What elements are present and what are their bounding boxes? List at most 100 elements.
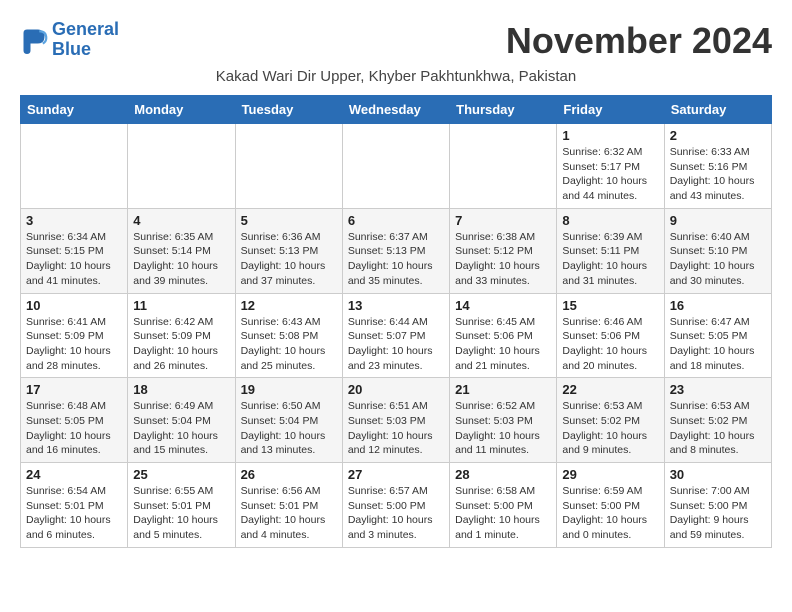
day-info: Sunrise: 6:52 AM Sunset: 5:03 PM Dayligh…: [455, 399, 551, 458]
day-info: Sunrise: 6:41 AM Sunset: 5:09 PM Dayligh…: [26, 315, 122, 374]
day-number: 18: [133, 382, 229, 397]
calendar-cell: 16Sunrise: 6:47 AM Sunset: 5:05 PM Dayli…: [664, 293, 771, 378]
day-number: 11: [133, 298, 229, 313]
calendar-cell: 19 Sunrise: 6:50 AM Sunset: 5:04 PM Dayli…: [235, 378, 342, 463]
calendar-cell: 17Sunrise: 6:48 AM Sunset: 5:05 PM Dayli…: [21, 378, 128, 463]
calendar-cell: 26 Sunrise: 6:56 AM Sunset: 5:01 PM Dayli…: [235, 463, 342, 548]
day-number: 9: [670, 213, 766, 228]
subtitle: Kakad Wari Dir Upper, Khyber Pakhtunkhwa…: [20, 68, 772, 85]
day-number: 12: [241, 298, 337, 313]
calendar-week-4: 17Sunrise: 6:48 AM Sunset: 5:05 PM Dayli…: [21, 378, 772, 463]
day-number: 24: [26, 467, 122, 482]
day-info: Sunrise: 6:38 AM Sunset: 5:12 PM Dayligh…: [455, 230, 551, 289]
day-info: Sunrise: 6:45 AM Sunset: 5:06 PM Dayligh…: [455, 315, 551, 374]
calendar-cell: 2Sunrise: 6:33 AM Sunset: 5:16 PM Daylig…: [664, 124, 771, 209]
day-number: 5: [241, 213, 337, 228]
calendar-cell: 25 Sunrise: 6:55 AM Sunset: 5:01 PM Dayli…: [128, 463, 235, 548]
calendar-cell: [128, 124, 235, 209]
calendar-cell: 4 Sunrise: 6:35 AM Sunset: 5:14 PM Daylig…: [128, 208, 235, 293]
calendar-cell: 21 Sunrise: 6:52 AM Sunset: 5:03 PM Dayli…: [450, 378, 557, 463]
calendar-body: 1 Sunrise: 6:32 AM Sunset: 5:17 PM Daylig…: [21, 124, 772, 548]
day-info: Sunrise: 6:44 AM Sunset: 5:07 PM Dayligh…: [348, 315, 444, 374]
day-number: 16: [670, 298, 766, 313]
logo-icon: [20, 26, 48, 54]
month-title: November 2024: [506, 20, 772, 62]
day-number: 29: [562, 467, 658, 482]
calendar-week-5: 24 Sunrise: 6:54 AM Sunset: 5:01 PM Dayli…: [21, 463, 772, 548]
calendar-cell: 15 Sunrise: 6:46 AM Sunset: 5:06 PM Dayli…: [557, 293, 664, 378]
day-number: 23: [670, 382, 766, 397]
day-number: 3: [26, 213, 122, 228]
calendar-cell: 7 Sunrise: 6:38 AM Sunset: 5:12 PM Daylig…: [450, 208, 557, 293]
calendar-cell: 8 Sunrise: 6:39 AM Sunset: 5:11 PM Daylig…: [557, 208, 664, 293]
day-number: 15: [562, 298, 658, 313]
calendar-cell: [235, 124, 342, 209]
logo-text: General Blue: [52, 20, 119, 60]
calendar-cell: 18 Sunrise: 6:49 AM Sunset: 5:04 PM Dayli…: [128, 378, 235, 463]
day-info: Sunrise: 6:34 AM Sunset: 5:15 PM Dayligh…: [26, 230, 122, 289]
day-number: 13: [348, 298, 444, 313]
day-number: 26: [241, 467, 337, 482]
day-info: Sunrise: 6:46 AM Sunset: 5:06 PM Dayligh…: [562, 315, 658, 374]
weekday-header-row: SundayMondayTuesdayWednesdayThursdayFrid…: [21, 96, 772, 124]
day-info: Sunrise: 6:58 AM Sunset: 5:00 PM Dayligh…: [455, 484, 551, 543]
calendar-cell: 3 Sunrise: 6:34 AM Sunset: 5:15 PM Daylig…: [21, 208, 128, 293]
logo: General Blue: [20, 20, 119, 60]
calendar-cell: 13 Sunrise: 6:44 AM Sunset: 5:07 PM Dayli…: [342, 293, 449, 378]
day-info: Sunrise: 6:37 AM Sunset: 5:13 PM Dayligh…: [348, 230, 444, 289]
day-number: 14: [455, 298, 551, 313]
calendar-cell: [21, 124, 128, 209]
calendar-week-3: 10 Sunrise: 6:41 AM Sunset: 5:09 PM Dayli…: [21, 293, 772, 378]
day-info: Sunrise: 6:42 AM Sunset: 5:09 PM Dayligh…: [133, 315, 229, 374]
calendar-cell: 6 Sunrise: 6:37 AM Sunset: 5:13 PM Daylig…: [342, 208, 449, 293]
day-info: Sunrise: 6:56 AM Sunset: 5:01 PM Dayligh…: [241, 484, 337, 543]
day-number: 1: [562, 128, 658, 143]
day-number: 6: [348, 213, 444, 228]
day-info: Sunrise: 6:40 AM Sunset: 5:10 PM Dayligh…: [670, 230, 766, 289]
day-info: Sunrise: 6:39 AM Sunset: 5:11 PM Dayligh…: [562, 230, 658, 289]
day-info: Sunrise: 6:53 AM Sunset: 5:02 PM Dayligh…: [670, 399, 766, 458]
day-number: 20: [348, 382, 444, 397]
weekday-header-friday: Friday: [557, 96, 664, 124]
day-number: 4: [133, 213, 229, 228]
day-info: Sunrise: 6:59 AM Sunset: 5:00 PM Dayligh…: [562, 484, 658, 543]
calendar-cell: [342, 124, 449, 209]
calendar-cell: 9 Sunrise: 6:40 AM Sunset: 5:10 PM Daylig…: [664, 208, 771, 293]
day-info: Sunrise: 6:49 AM Sunset: 5:04 PM Dayligh…: [133, 399, 229, 458]
day-number: 25: [133, 467, 229, 482]
day-number: 10: [26, 298, 122, 313]
calendar-cell: 30 Sunrise: 7:00 AM Sunset: 5:00 PM Dayli…: [664, 463, 771, 548]
weekday-header-monday: Monday: [128, 96, 235, 124]
day-number: 21: [455, 382, 551, 397]
day-info: Sunrise: 6:50 AM Sunset: 5:04 PM Dayligh…: [241, 399, 337, 458]
calendar-cell: 1 Sunrise: 6:32 AM Sunset: 5:17 PM Daylig…: [557, 124, 664, 209]
day-info: Sunrise: 6:55 AM Sunset: 5:01 PM Dayligh…: [133, 484, 229, 543]
day-number: 27: [348, 467, 444, 482]
day-number: 7: [455, 213, 551, 228]
calendar-cell: 29 Sunrise: 6:59 AM Sunset: 5:00 PM Dayli…: [557, 463, 664, 548]
calendar-week-1: 1 Sunrise: 6:32 AM Sunset: 5:17 PM Daylig…: [21, 124, 772, 209]
calendar-cell: 10 Sunrise: 6:41 AM Sunset: 5:09 PM Dayli…: [21, 293, 128, 378]
day-info: Sunrise: 6:35 AM Sunset: 5:14 PM Dayligh…: [133, 230, 229, 289]
weekday-header-wednesday: Wednesday: [342, 96, 449, 124]
calendar-cell: 22Sunrise: 6:53 AM Sunset: 5:02 PM Dayli…: [557, 378, 664, 463]
weekday-header-sunday: Sunday: [21, 96, 128, 124]
calendar-table: SundayMondayTuesdayWednesdayThursdayFrid…: [20, 95, 772, 548]
day-info: Sunrise: 6:36 AM Sunset: 5:13 PM Dayligh…: [241, 230, 337, 289]
day-info: Sunrise: 6:51 AM Sunset: 5:03 PM Dayligh…: [348, 399, 444, 458]
day-info: Sunrise: 7:00 AM Sunset: 5:00 PM Dayligh…: [670, 484, 766, 543]
day-number: 22: [562, 382, 658, 397]
calendar-cell: 14 Sunrise: 6:45 AM Sunset: 5:06 PM Dayli…: [450, 293, 557, 378]
day-number: 8: [562, 213, 658, 228]
day-info: Sunrise: 6:54 AM Sunset: 5:01 PM Dayligh…: [26, 484, 122, 543]
day-number: 19: [241, 382, 337, 397]
day-info: Sunrise: 6:43 AM Sunset: 5:08 PM Dayligh…: [241, 315, 337, 374]
calendar-cell: 12 Sunrise: 6:43 AM Sunset: 5:08 PM Dayli…: [235, 293, 342, 378]
day-number: 2: [670, 128, 766, 143]
weekday-header-thursday: Thursday: [450, 96, 557, 124]
calendar-cell: 11 Sunrise: 6:42 AM Sunset: 5:09 PM Dayli…: [128, 293, 235, 378]
calendar-cell: [450, 124, 557, 209]
day-number: 30: [670, 467, 766, 482]
calendar-cell: 24 Sunrise: 6:54 AM Sunset: 5:01 PM Dayli…: [21, 463, 128, 548]
day-info: Sunrise: 6:32 AM Sunset: 5:17 PM Dayligh…: [562, 145, 658, 204]
